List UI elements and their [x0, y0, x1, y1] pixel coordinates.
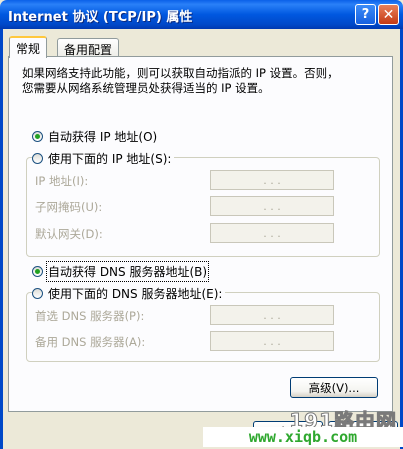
ip-address-label: IP 地址(I):: [35, 174, 89, 188]
window-title: Internet 协议 (TCP/IP) 属性: [8, 10, 193, 25]
radio-manual-ip-label: 使用下面的 IP 地址(S):: [48, 152, 172, 166]
radio-auto-ip-dot[interactable]: [32, 131, 43, 142]
alternate-dns-field: . . .: [210, 331, 334, 351]
radio-manual-ip[interactable]: 使用下面的 IP 地址(S):: [32, 150, 175, 167]
close-button[interactable]: ✕: [378, 4, 399, 25]
radio-auto-ip[interactable]: 自动获得 IP 地址(O): [32, 128, 161, 145]
radio-manual-ip-dot[interactable]: [32, 153, 43, 164]
manual-dns-group: [26, 292, 380, 362]
radio-auto-dns[interactable]: 自动获得 DNS 服务器地址(B): [32, 261, 211, 282]
radio-manual-dns-label: 使用下面的 DNS 服务器地址(E):: [48, 287, 223, 301]
radio-auto-dns-dot[interactable]: [32, 266, 43, 277]
title-bar: Internet 协议 (TCP/IP) 属性 ? ✕: [0, 0, 403, 29]
help-button[interactable]: ?: [355, 4, 376, 25]
ip-address-field: . . .: [210, 170, 334, 190]
radio-manual-dns[interactable]: 使用下面的 DNS 服务器地址(E):: [32, 285, 226, 302]
radio-manual-dns-dot[interactable]: [32, 288, 43, 299]
tab-general[interactable]: 常规: [9, 36, 48, 58]
radio-auto-ip-label: 自动获得 IP 地址(O): [48, 130, 158, 144]
preferred-dns-field: . . .: [210, 305, 334, 325]
radio-auto-dns-label: 自动获得 DNS 服务器地址(B): [45, 261, 210, 282]
watermark: 191路由网 www.xiqb.com: [203, 405, 403, 449]
advanced-button[interactable]: 高级(V)...: [290, 377, 378, 398]
default-gateway-field: . . .: [210, 223, 334, 243]
subnet-mask-label: 子网掩码(U):: [35, 200, 103, 214]
alternate-dns-label: 备用 DNS 服务器(A):: [35, 335, 146, 349]
tab-alternate-config[interactable]: 备用配置: [57, 38, 120, 58]
preferred-dns-label: 首选 DNS 服务器(P):: [35, 309, 145, 323]
default-gateway-label: 默认网关(D):: [35, 227, 103, 241]
watermark-url: www.xiqb.com: [203, 427, 403, 447]
description-text: 如果网络支持此功能，则可以获取自动指派的 IP 设置。否则， 您需要从网络系统管…: [22, 66, 339, 95]
subnet-mask-field: . . .: [210, 196, 334, 216]
help-icon: ?: [361, 7, 370, 22]
close-icon: ✕: [382, 6, 395, 23]
